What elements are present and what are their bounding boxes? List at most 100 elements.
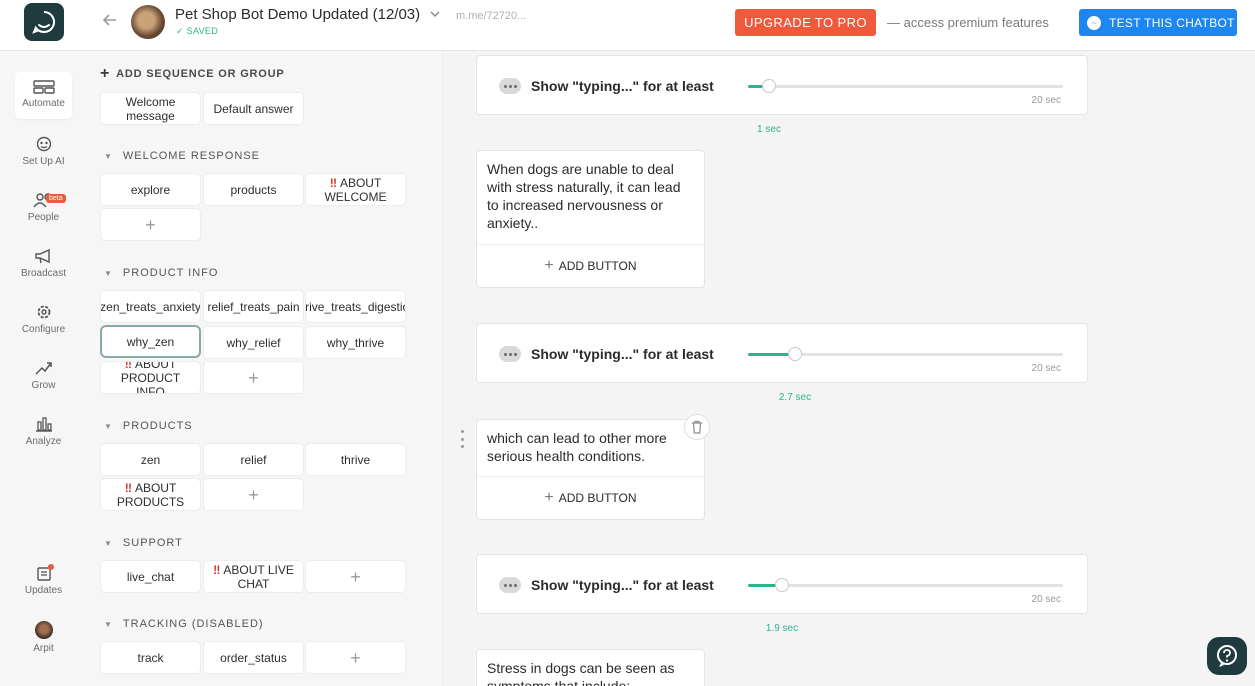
typing-delay-slider[interactable]: 1.9 sec bbox=[748, 578, 1063, 634]
message-text[interactable]: Stress in dogs can be seen as symptoms t… bbox=[477, 650, 704, 686]
caret-down-icon: ▼ bbox=[104, 538, 113, 548]
test-chatbot-button[interactable]: TEST THIS CHATBOT bbox=[1079, 9, 1237, 36]
typing-delay-card[interactable]: Show "typing..." for at least 2.7 sec 20… bbox=[476, 323, 1088, 403]
nav-item-analyze[interactable]: Analyze bbox=[15, 408, 72, 455]
block-welcome-message[interactable]: Welcome message bbox=[101, 93, 200, 124]
typing-delay-slider[interactable]: 2.7 sec bbox=[748, 347, 1063, 403]
block-zen[interactable]: zen bbox=[101, 444, 200, 475]
back-arrow-icon[interactable] bbox=[100, 12, 120, 32]
nav-label-configure: Configure bbox=[21, 324, 66, 335]
text-message-card[interactable]: which can lead to other more serious hea… bbox=[476, 419, 705, 520]
caret-down-icon: ▼ bbox=[104, 421, 113, 431]
typing-dots-icon bbox=[499, 577, 521, 593]
nav-item-automate[interactable]: Automate bbox=[15, 72, 72, 119]
bot-avatar[interactable] bbox=[131, 5, 165, 39]
text-message-card[interactable]: Stress in dogs can be seen as symptoms t… bbox=[476, 649, 705, 686]
section-welcome-response[interactable]: ▼ WELCOME RESPONSE bbox=[104, 150, 260, 162]
plus-icon: + bbox=[544, 257, 554, 274]
bot-url[interactable]: m.me/72720... bbox=[456, 10, 526, 22]
block-about-live-chat[interactable]: ‼ ABOUT LIVE CHAT bbox=[204, 561, 303, 592]
typing-label: Show "typing..." for at least bbox=[531, 346, 714, 362]
slider-max: 20 sec bbox=[1031, 594, 1061, 605]
typing-delay-card[interactable]: Show "typing..." for at least 1.9 sec 20… bbox=[476, 554, 1088, 634]
beta-badge: beta bbox=[46, 194, 66, 203]
block-about-products[interactable]: ‼ ABOUT PRODUCTS bbox=[101, 479, 200, 510]
drag-handle-icon[interactable] bbox=[458, 430, 466, 448]
block-about-welcome[interactable]: ‼ ABOUT WELCOME bbox=[306, 174, 405, 205]
caret-down-icon: ▼ bbox=[104, 151, 113, 161]
section-product-info[interactable]: ▼ PRODUCT INFO bbox=[104, 267, 218, 279]
ai-brain-icon bbox=[36, 136, 51, 152]
block-why-zen[interactable]: why_zen bbox=[102, 327, 199, 356]
typing-delay-slider[interactable]: 1 sec bbox=[748, 79, 1063, 135]
block-why-relief[interactable]: why_relief bbox=[204, 327, 303, 358]
trash-icon[interactable] bbox=[684, 414, 710, 440]
nav-item-broadcast[interactable]: Broadcast bbox=[15, 240, 72, 287]
upgrade-button[interactable]: UPGRADE TO PRO bbox=[735, 9, 876, 36]
section-title: PRODUCTS bbox=[122, 420, 193, 432]
text-message-card[interactable]: When dogs are unable to deal with stress… bbox=[476, 150, 705, 288]
help-button[interactable] bbox=[1207, 637, 1247, 675]
block-track[interactable]: track bbox=[101, 642, 200, 673]
messenger-icon bbox=[1087, 15, 1101, 30]
add-button[interactable]: + ADD BUTTON bbox=[477, 476, 704, 519]
message-text[interactable]: When dogs are unable to deal with stress… bbox=[477, 151, 704, 242]
bot-title[interactable]: Pet Shop Bot Demo Updated (12/03) bbox=[175, 6, 420, 23]
nav-item-people[interactable]: beta People bbox=[15, 184, 72, 231]
add-block-button[interactable]: + bbox=[204, 362, 303, 393]
section-tracking[interactable]: ▼ TRACKING (DISABLED) bbox=[104, 618, 264, 630]
block-order-status[interactable]: order_status bbox=[204, 642, 303, 673]
warning-icon: ‼ bbox=[124, 362, 132, 371]
add-button-label: ADD BUTTON bbox=[558, 491, 637, 505]
block-thrive[interactable]: thrive bbox=[306, 444, 405, 475]
block-about-product-info[interactable]: ‼ ABOUT PRODUCT INFO bbox=[101, 362, 200, 393]
add-button[interactable]: + ADD BUTTON bbox=[477, 244, 704, 287]
block-products[interactable]: products bbox=[204, 174, 303, 205]
typing-delay-card[interactable]: Show "typing..." for at least 1 sec 20 s… bbox=[476, 55, 1088, 135]
add-block-button[interactable]: + bbox=[204, 479, 303, 510]
section-title: SUPPORT bbox=[122, 537, 183, 549]
section-products[interactable]: ▼ PRODUCTS bbox=[104, 420, 193, 432]
plus-icon: + bbox=[100, 65, 111, 82]
nav-item-updates[interactable]: Updates bbox=[15, 557, 72, 604]
caret-down-icon: ▼ bbox=[104, 619, 113, 629]
nav-label-grow: Grow bbox=[31, 380, 56, 391]
slider-value: 1 sec bbox=[757, 124, 781, 135]
nav-label-user: Arpit bbox=[33, 643, 54, 654]
typing-dots-icon bbox=[499, 346, 521, 362]
block-relief[interactable]: relief bbox=[204, 444, 303, 475]
add-block-button[interactable]: + bbox=[306, 642, 405, 673]
add-sequence-button[interactable]: + ADD SEQUENCE OR GROUP bbox=[100, 65, 285, 82]
help-icon bbox=[1217, 645, 1237, 667]
chevron-down-icon[interactable] bbox=[428, 8, 442, 22]
message-text[interactable]: which can lead to other more serious hea… bbox=[477, 420, 704, 475]
warning-icon: ‼ bbox=[329, 175, 337, 190]
section-title: WELCOME RESPONSE bbox=[122, 150, 260, 162]
block-why-thrive[interactable]: why_thrive bbox=[306, 327, 405, 358]
nav-item-user[interactable]: Arpit bbox=[15, 613, 72, 660]
app-logo-icon[interactable] bbox=[24, 3, 64, 41]
gear-icon bbox=[37, 305, 50, 319]
nav-label-analyze: Analyze bbox=[25, 436, 62, 447]
nav-item-configure[interactable]: Configure bbox=[15, 296, 72, 343]
slider-value: 2.7 sec bbox=[778, 392, 812, 403]
section-support[interactable]: ▼ SUPPORT bbox=[104, 537, 183, 549]
slider-thumb[interactable] bbox=[762, 79, 776, 93]
slider-thumb[interactable] bbox=[775, 578, 789, 592]
add-sequence-label: ADD SEQUENCE OR GROUP bbox=[116, 68, 285, 80]
block-live-chat[interactable]: live_chat bbox=[101, 561, 200, 592]
bar-chart-icon bbox=[35, 417, 52, 432]
warning-icon: ‼ bbox=[213, 562, 221, 577]
block-relief-treats-pain[interactable]: relief_treats_pain bbox=[204, 291, 303, 322]
block-zen-treats-anxiety[interactable]: zen_treats_anxiety bbox=[101, 291, 200, 322]
notification-dot bbox=[48, 564, 54, 570]
caret-down-icon: ▼ bbox=[104, 268, 113, 278]
block-explore[interactable]: explore bbox=[101, 174, 200, 205]
block-default-answer[interactable]: Default answer bbox=[204, 93, 303, 124]
add-block-button[interactable]: + bbox=[306, 561, 405, 592]
nav-item-grow[interactable]: Grow bbox=[15, 352, 72, 399]
block-thrive-treats-digestion[interactable]: thrive_treats_digestion bbox=[306, 291, 405, 322]
slider-thumb[interactable] bbox=[788, 347, 802, 361]
add-block-button[interactable]: + bbox=[101, 209, 200, 240]
nav-item-setup-ai[interactable]: Set Up AI bbox=[15, 128, 72, 175]
